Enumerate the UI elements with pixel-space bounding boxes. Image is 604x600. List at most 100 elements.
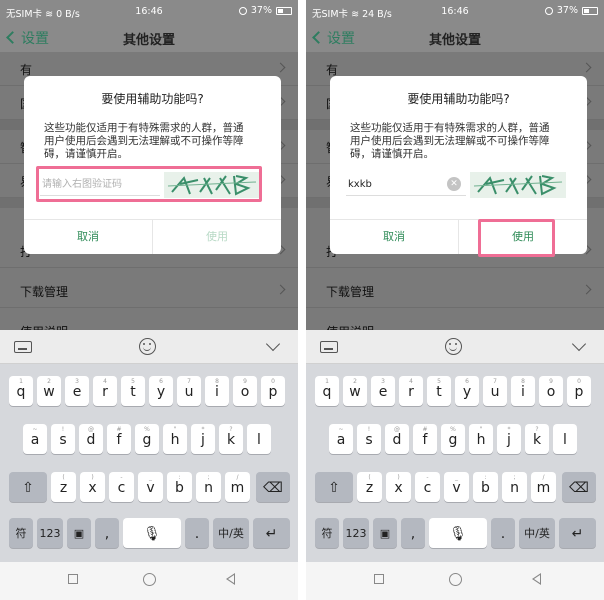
key-f[interactable]: # f (413, 424, 437, 454)
key-g[interactable]: % g (135, 424, 159, 454)
key-x[interactable]: ) x (80, 472, 105, 502)
input-method-key[interactable]: ▣ (373, 518, 397, 548)
key-d[interactable]: @ d (79, 424, 103, 454)
key-m[interactable]: / m (531, 472, 556, 502)
cancel-button[interactable]: 取消 (330, 220, 458, 254)
cancel-button[interactable]: 取消 (24, 220, 152, 254)
use-button[interactable]: 使用 (153, 220, 281, 254)
key-w[interactable]: 2w (343, 376, 367, 406)
clear-icon[interactable]: ✕ (447, 177, 461, 191)
key-q[interactable]: 1q (315, 376, 339, 406)
soft-keyboard: 1q 2w 3e 4r 5t 6y 7u 8i 9o 0p ~ a ! s @ d #… (0, 330, 298, 562)
enter-key[interactable]: ↵ (559, 518, 596, 548)
dialog-message: 这些功能仅适用于有特殊需求的人群，普通 用户使用后会遇到无法理解或不可操作等障 … (44, 122, 244, 160)
key-j[interactable]: * j (191, 424, 215, 454)
captcha-image[interactable] (470, 172, 566, 198)
back-icon[interactable] (226, 573, 235, 585)
list-item[interactable]: 下载管理 (0, 274, 298, 308)
enter-key[interactable]: ↵ (253, 518, 290, 548)
shift-icon: ⇧ (22, 480, 34, 496)
key-v[interactable]: _ v (444, 472, 469, 502)
key-i[interactable]: 8i (511, 376, 535, 406)
space-key[interactable]: 🎙︎ (429, 518, 487, 548)
key-v[interactable]: _ v (138, 472, 163, 502)
space-key[interactable]: 🎙︎ (123, 518, 181, 548)
key-o[interactable]: 9o (539, 376, 563, 406)
chevron-right-icon (581, 62, 592, 73)
key-y[interactable]: 6y (455, 376, 479, 406)
keyboard-icon[interactable] (14, 341, 32, 353)
chevron-down-icon[interactable] (265, 336, 281, 352)
key-t[interactable]: 5t (121, 376, 145, 406)
key-f[interactable]: # f (107, 424, 131, 454)
key-h[interactable]: " h (469, 424, 493, 454)
key-u[interactable]: 7u (177, 376, 201, 406)
key-n[interactable]: ; n (196, 472, 221, 502)
chevron-right-icon (581, 284, 592, 295)
key-e[interactable]: 3e (65, 376, 89, 406)
chevron-down-icon[interactable] (571, 336, 587, 352)
key-y[interactable]: 6y (149, 376, 173, 406)
key-p[interactable]: 0p (261, 376, 285, 406)
period-key[interactable]: . (185, 518, 209, 548)
key-x[interactable]: ) x (386, 472, 411, 502)
emoji-icon[interactable] (139, 338, 156, 355)
key-z[interactable]: (z (51, 472, 76, 502)
key-n[interactable]: ; n (502, 472, 527, 502)
home-icon[interactable] (449, 573, 462, 586)
key-r[interactable]: 4r (93, 376, 117, 406)
key-u[interactable]: 7u (483, 376, 507, 406)
key-g[interactable]: % g (441, 424, 465, 454)
key-q[interactable]: 1q (9, 376, 33, 406)
key-k[interactable]: ? k (525, 424, 549, 454)
symbols-key[interactable]: 符 (9, 518, 33, 548)
key-z[interactable]: (z (357, 472, 382, 502)
numbers-key[interactable]: 123 (343, 518, 369, 548)
key-j[interactable]: * j (497, 424, 521, 454)
numbers-key[interactable]: 123 (37, 518, 63, 548)
key-b[interactable]: :b (167, 472, 192, 502)
language-switch-key[interactable]: 中/英 (213, 518, 249, 548)
key-s[interactable]: ! s (357, 424, 381, 454)
key-a[interactable]: ~ a (329, 424, 353, 454)
title-bar: 设置 其他设置 (306, 24, 604, 52)
comma-key[interactable]: , (401, 518, 425, 548)
back-icon[interactable] (532, 573, 541, 585)
backspace-key[interactable]: ⌫ (562, 472, 596, 502)
recent-apps-icon[interactable] (374, 574, 384, 584)
key-c[interactable]: -c (109, 472, 134, 502)
language-switch-key[interactable]: 中/英 (519, 518, 555, 548)
key-w[interactable]: 2w (37, 376, 61, 406)
emoji-icon[interactable] (445, 338, 462, 355)
key-c[interactable]: -c (415, 472, 440, 502)
list-item[interactable]: 下载管理 (306, 274, 604, 308)
battery-status: 37% (544, 5, 598, 16)
key-h[interactable]: " h (163, 424, 187, 454)
key-e[interactable]: 3e (371, 376, 395, 406)
recent-apps-icon[interactable] (68, 574, 78, 584)
key-b[interactable]: :b (473, 472, 498, 502)
key-l[interactable]: l (247, 424, 271, 454)
key-m[interactable]: / m (225, 472, 250, 502)
key-d[interactable]: @ d (385, 424, 409, 454)
key-o[interactable]: 9o (233, 376, 257, 406)
key-p[interactable]: 0p (567, 376, 591, 406)
status-bar: 无SIM卡 ≋ 24 B/s 16:46 37% (306, 0, 604, 24)
keyboard-icon[interactable] (320, 341, 338, 353)
key-s[interactable]: ! s (51, 424, 75, 454)
home-icon[interactable] (143, 573, 156, 586)
key-k[interactable]: ? k (219, 424, 243, 454)
key-i[interactable]: 8i (205, 376, 229, 406)
symbols-key[interactable]: 符 (315, 518, 339, 548)
backspace-key[interactable]: ⌫ (256, 472, 290, 502)
key-r[interactable]: 4r (399, 376, 423, 406)
input-method-key[interactable]: ▣ (67, 518, 91, 548)
period-key[interactable]: . (491, 518, 515, 548)
key-a[interactable]: ~ a (23, 424, 47, 454)
key-l[interactable]: l (553, 424, 577, 454)
key-t[interactable]: 5t (427, 376, 451, 406)
shift-key[interactable]: ⇧ (315, 472, 353, 502)
comma-key[interactable]: , (95, 518, 119, 548)
shift-key[interactable]: ⇧ (9, 472, 47, 502)
title-bar: 设置 其他设置 (0, 24, 298, 52)
